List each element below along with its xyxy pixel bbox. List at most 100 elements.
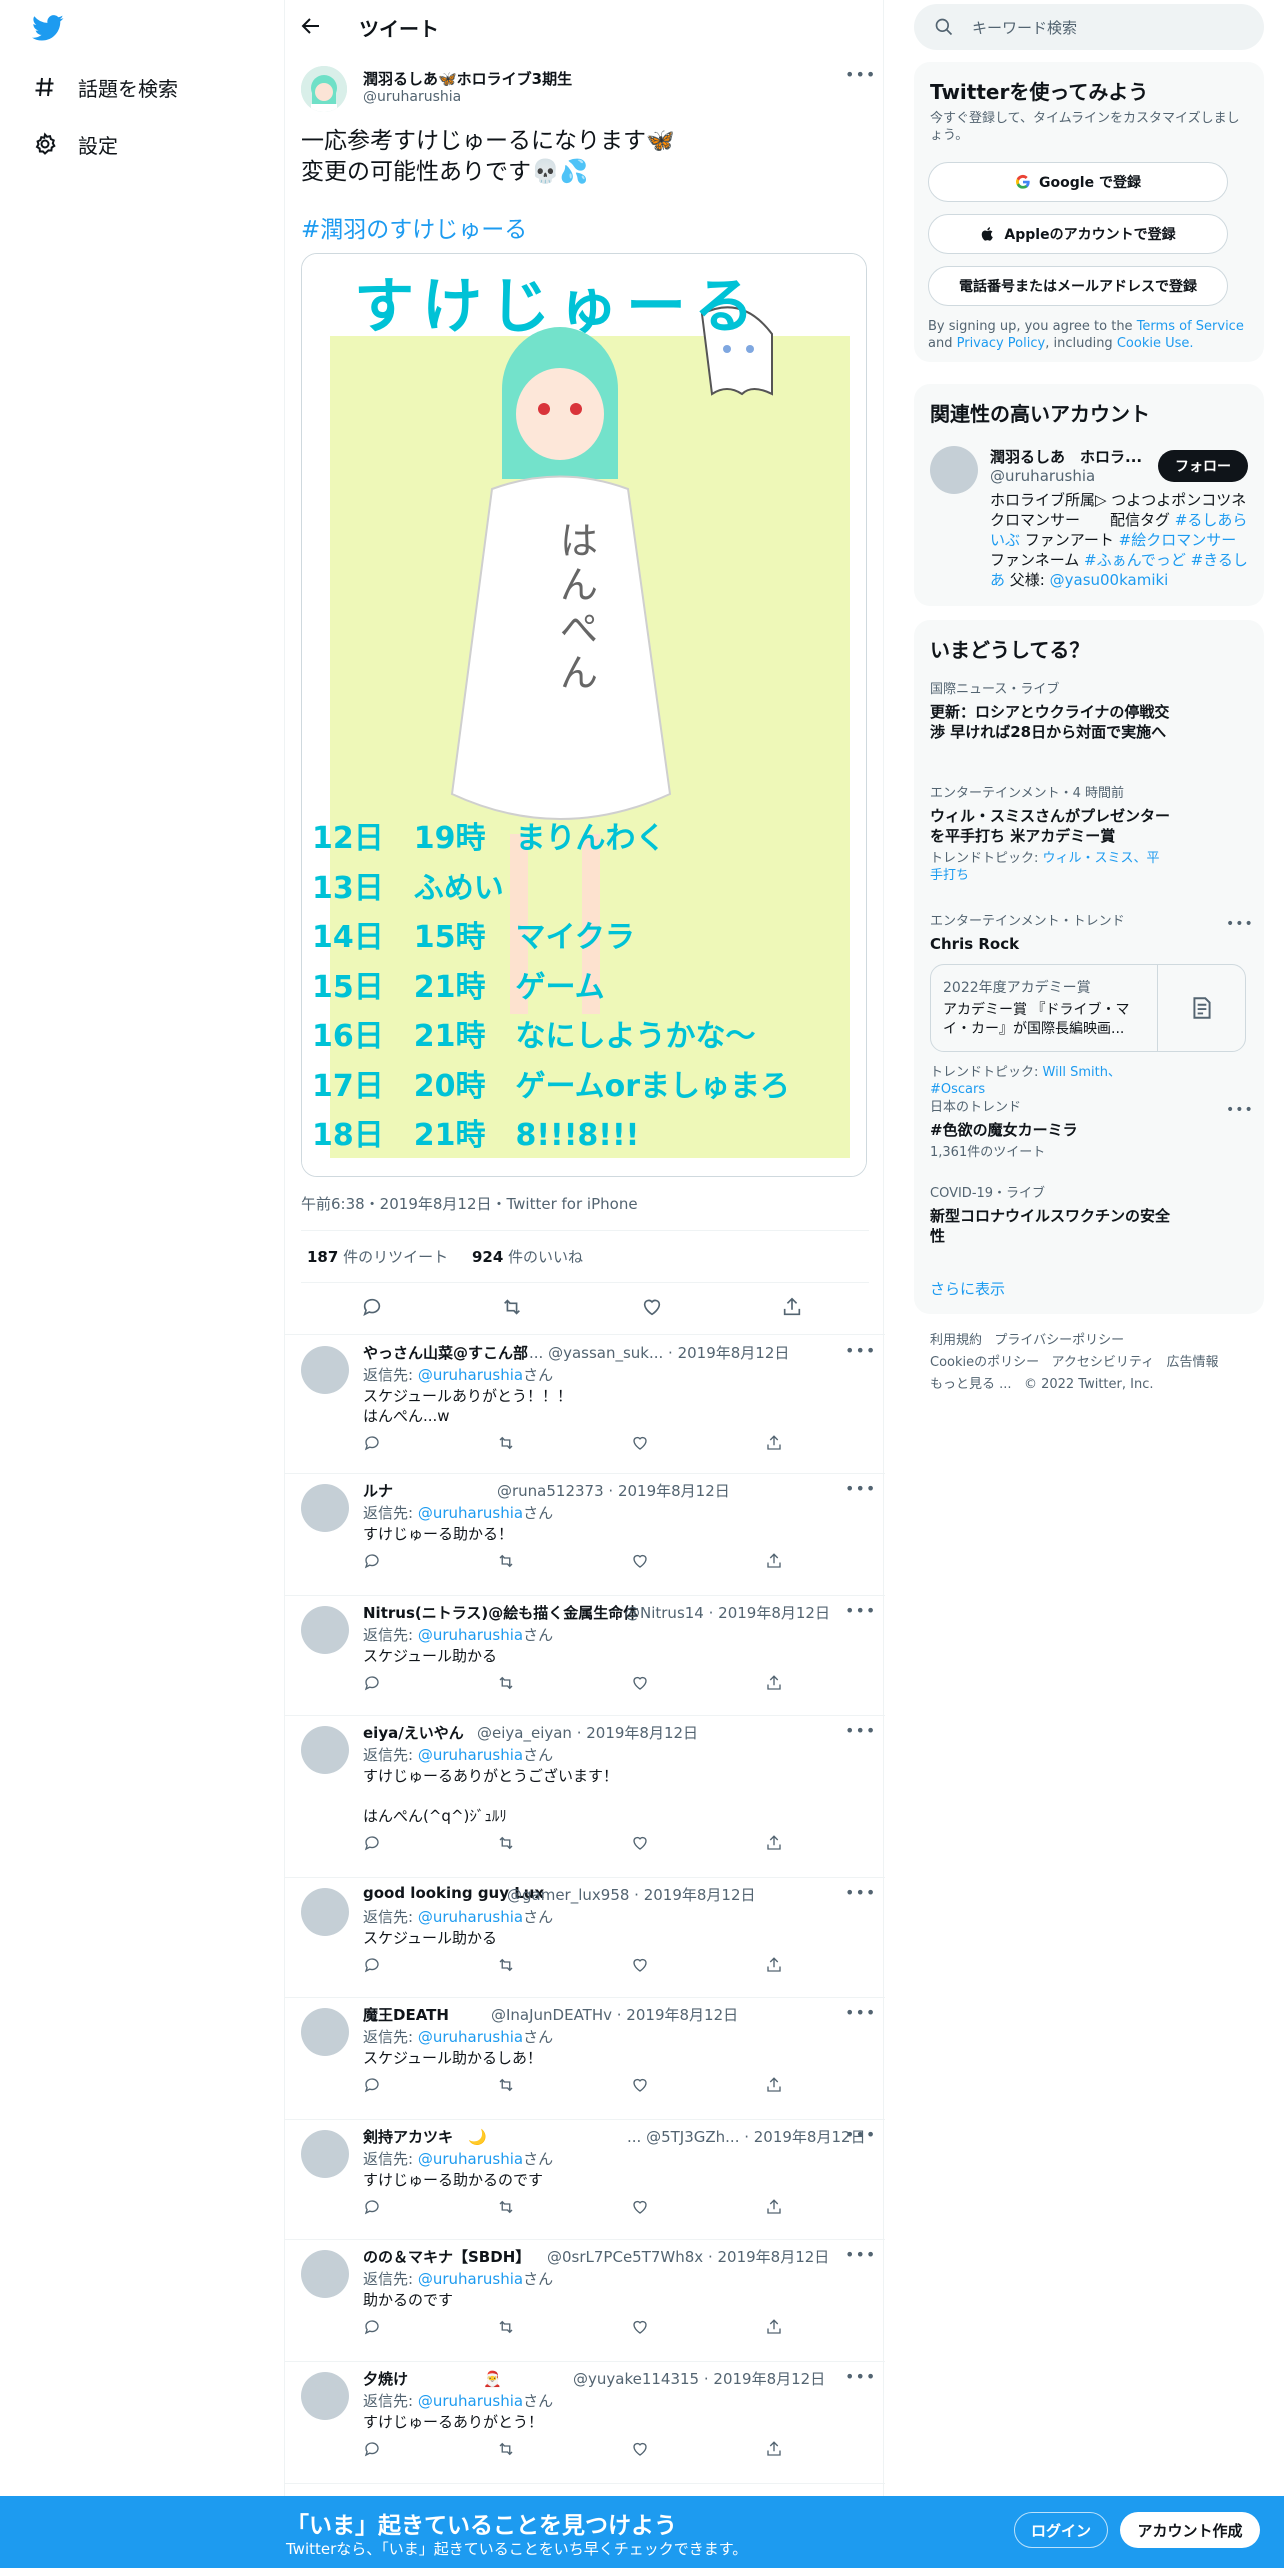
retweet-icon[interactable] [497, 1674, 515, 1692]
footer-link[interactable]: 広告情報 [1167, 1355, 1219, 1370]
share-icon[interactable] [765, 2198, 783, 2216]
nav-settings[interactable]: 設定 [32, 124, 118, 164]
tweet-meta[interactable]: 午前6:38・2019年8月12日・Twitter for iPhone [301, 1193, 638, 1214]
reply-author-name[interactable]: 夕焼け 🎅 [363, 2368, 502, 2389]
reply-icon[interactable] [363, 2198, 381, 2216]
like-icon[interactable] [631, 1834, 649, 1852]
reply-avatar[interactable] [301, 1484, 349, 1532]
reply-to-link[interactable]: @uruharushia [418, 2028, 523, 2046]
bio-tag[interactable]: @yasu00kamiki [1050, 571, 1169, 589]
retweet-icon[interactable] [497, 1956, 515, 1974]
share-icon[interactable] [765, 1674, 783, 1692]
share-icon[interactable] [765, 1956, 783, 1974]
retweet-icon[interactable] [497, 2318, 515, 2336]
reply-icon[interactable] [363, 1956, 381, 1974]
reply-to-link[interactable]: @uruharushia [418, 2392, 523, 2410]
trend-item[interactable]: エンターテインメント・4 時間前 ウィル・スミスさんがプレゼンターを平手打ち 米… [930, 786, 1170, 884]
like-icon[interactable] [631, 1552, 649, 1570]
share-icon[interactable] [781, 1296, 803, 1318]
like-icon[interactable] [641, 1296, 663, 1318]
phone-signup-button[interactable]: 電話番号またはメールアドレスで登録 [928, 266, 1228, 306]
more-icon[interactable]: ••• [845, 2247, 875, 2264]
retweet-count[interactable]: 187 件のリツイート [307, 1248, 448, 1266]
login-button[interactable]: ログイン [1014, 2512, 1108, 2548]
like-icon[interactable] [631, 1674, 649, 1692]
reply-author-name[interactable]: ルナ [363, 1480, 393, 1501]
reply-tweet[interactable]: 剣持アカツキ 🌙 ... @5TJ3GZh... · 2019年8月12日 ••• 返… [285, 2120, 885, 2240]
tweet-image[interactable]: すけじゅーる はんぺん 12日 19時 まりんわく 13日 ふめい 14日 15… [301, 253, 867, 1177]
reply-author-handle[interactable]: @eiya_eiyan · 2019年8月12日 [477, 1722, 698, 1743]
show-more-link[interactable]: さらに表示 [930, 1278, 1005, 1299]
signup-button[interactable]: アカウント作成 [1120, 2512, 1260, 2548]
footer-link[interactable]: もっと見る ... [930, 1377, 1012, 1392]
share-icon[interactable] [765, 1834, 783, 1852]
reply-icon[interactable] [363, 1834, 381, 1852]
back-arrow-icon[interactable] [299, 14, 325, 40]
reply-author-name[interactable]: やっさん山菜@すこん部 [363, 1342, 528, 1363]
reply-to-link[interactable]: @uruharushia [418, 1746, 523, 1764]
author-name[interactable]: 潤羽るしあ🦋ホロライブ3期生 [363, 68, 572, 89]
trend-item[interactable]: エンターテインメント・トレンド Chris Rock [930, 914, 1170, 954]
reply-tweet[interactable]: eiya/えいやん @eiya_eiyan · 2019年8月12日 ••• 返信先:… [285, 1716, 885, 1878]
more-icon[interactable]: ••• [845, 1343, 875, 1360]
apple-signup-button[interactable]: Appleのアカウントで登録 [928, 214, 1228, 254]
like-count[interactable]: 924 件のいいね [472, 1248, 583, 1266]
reply-tweet[interactable]: 魔王DEATH @InaJunDEATHv · 2019年8月12日 ••• 返信先:… [285, 1998, 885, 2120]
cookie-link[interactable]: Cookie Use. [1117, 336, 1194, 351]
trend-item[interactable]: COVID-19・ライブ 新型コロナウイルスワクチンの安全性 [930, 1186, 1170, 1246]
tweet-hashtag[interactable]: #潤羽のすけじゅーる [301, 210, 527, 244]
retweet-icon[interactable] [497, 1552, 515, 1570]
bio-tag[interactable]: #ふぁんでっど [1084, 551, 1186, 569]
like-icon[interactable] [631, 2198, 649, 2216]
retweet-icon[interactable] [497, 2198, 515, 2216]
reply-author-handle[interactable]: @Nitrus14 · 2019年8月12日 [625, 1602, 830, 1623]
reply-avatar[interactable] [301, 1888, 349, 1936]
reply-tweet[interactable]: のの＆マキナ【SBDH】 @0srL7PCe5T7Wh8x · 2019年8月12… [285, 2240, 885, 2362]
more-icon[interactable]: ••• [845, 1481, 875, 1498]
like-icon[interactable] [631, 2440, 649, 2458]
footer-link[interactable]: プライバシーポリシー [994, 1333, 1124, 1348]
more-icon[interactable]: ••• [845, 1885, 875, 1902]
more-icon[interactable]: ••• [1226, 916, 1254, 932]
reply-to-link[interactable]: @uruharushia [418, 1908, 523, 1926]
author-avatar[interactable] [301, 66, 347, 112]
retweet-icon[interactable] [501, 1296, 523, 1318]
related-handle[interactable]: @uruharushia [990, 467, 1095, 485]
reply-author-handle[interactable]: @0srL7PCe5T7Wh8x · 2019年8月12日 [547, 2246, 829, 2267]
reply-tweet[interactable]: good looking guy Lux @gamer_lux958 · 2019… [285, 1878, 885, 1998]
reply-author-handle[interactable]: @yuyake114315 · 2019年8月12日 [573, 2368, 825, 2389]
more-icon[interactable]: ••• [845, 2127, 875, 2144]
like-icon[interactable] [631, 2076, 649, 2094]
reply-icon[interactable] [363, 1434, 381, 1452]
reply-author-handle[interactable]: ... @5TJ3GZh... · 2019年8月12日 [627, 2126, 866, 2147]
like-icon[interactable] [631, 2318, 649, 2336]
trend-item[interactable]: 日本のトレンド #色欲の魔女カーミラ 1,361件のツイート [930, 1100, 1170, 1161]
reply-icon[interactable] [363, 1674, 381, 1692]
reply-icon[interactable] [363, 2076, 381, 2094]
reply-icon[interactable] [363, 2318, 381, 2336]
follow-button[interactable]: フォロー [1158, 450, 1248, 482]
search-input[interactable]: キーワード検索 [972, 17, 1077, 38]
retweet-icon[interactable] [497, 2440, 515, 2458]
trend-news-card[interactable]: 2022年度アカデミー賞 アカデミー賞 『ドライブ・マイ・カー』が国際長編映画.… [930, 964, 1246, 1052]
reply-avatar[interactable] [301, 2130, 349, 2178]
more-icon[interactable]: ••• [845, 67, 875, 84]
more-icon[interactable]: ••• [1226, 1102, 1254, 1118]
more-icon[interactable]: ••• [845, 2005, 875, 2022]
google-signup-button[interactable]: Google で登録 [928, 162, 1228, 202]
reply-tweet[interactable]: やっさん山菜@すこん部... @yassan_suk... · 2019年8月1… [285, 1336, 885, 1474]
reply-avatar[interactable] [301, 1346, 349, 1394]
footer-link[interactable]: アクセシビリティ [1052, 1355, 1155, 1370]
reply-author-name[interactable]: Nitrus(ニトラス)@絵も描く金属生命体 [363, 1602, 638, 1623]
share-icon[interactable] [765, 2440, 783, 2458]
reply-to-link[interactable]: @uruharushia [418, 2150, 523, 2168]
reply-avatar[interactable] [301, 1606, 349, 1654]
more-icon[interactable]: ••• [845, 1723, 875, 1740]
reply-author-handle[interactable]: @gamer_lux958 · 2019年8月12日 [507, 1884, 756, 1905]
reply-to-link[interactable]: @uruharushia [418, 1626, 523, 1644]
nav-explore[interactable]: 話題を検索 [32, 67, 178, 107]
reply-avatar[interactable] [301, 2008, 349, 2056]
author-handle[interactable]: @uruharushia [363, 89, 461, 105]
terms-link[interactable]: Terms of Service [1137, 319, 1244, 334]
footer-link[interactable]: Cookieのポリシー [930, 1355, 1039, 1370]
